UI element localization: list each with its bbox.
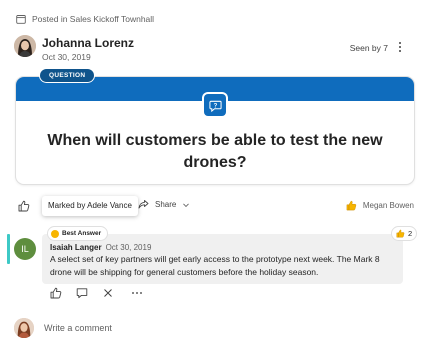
best-answer-badge: Best Answer (48, 227, 108, 240)
share-button[interactable]: Share (138, 199, 190, 210)
close-icon[interactable] (102, 287, 114, 299)
chevron-down-icon (183, 203, 190, 207)
like-icon[interactable] (50, 287, 62, 299)
answer-meta: Isaiah Langer Oct 30, 2019 (50, 243, 151, 252)
answer-reaction-count[interactable]: 2 (392, 227, 417, 240)
avatar (14, 318, 34, 338)
author-name[interactable]: Johanna Lorenz (42, 36, 134, 50)
post-header: Johanna Lorenz Oct 30, 2019 Seen by 7 (14, 35, 414, 65)
calendar-icon (16, 15, 26, 24)
question-card: ? When will customers be able to test th… (16, 77, 414, 184)
best-answer-accent (7, 234, 10, 264)
answer-actions (50, 286, 142, 300)
posted-in: Posted in Sales Kickoff Townhall (16, 14, 154, 24)
medal-icon (51, 229, 59, 238)
share-icon (138, 200, 149, 209)
best-answer-label: Best Answer (62, 230, 102, 237)
answer-date: Oct 30, 2019 (105, 243, 152, 252)
post-actions: Marked by Adele Vance Share Megan Bowen (16, 196, 414, 217)
reaction-icon (396, 229, 405, 238)
question-text: When will customers be able to test the … (47, 132, 383, 171)
more-icon[interactable] (132, 292, 142, 294)
like-icon[interactable] (18, 200, 30, 212)
question-badge: QUESTION (40, 69, 95, 82)
svg-text:?: ? (213, 103, 217, 109)
comment-icon[interactable] (76, 287, 88, 299)
seen-by[interactable]: Seen by 7 (350, 43, 388, 53)
reactor-name: Megan Bowen (362, 201, 414, 210)
answer-avatar[interactable]: IL (14, 238, 36, 260)
marked-by-tooltip: Marked by Adele Vance (42, 196, 138, 216)
comment-input[interactable] (44, 320, 404, 336)
reaction-icon (346, 200, 357, 211)
avatar[interactable] (14, 35, 36, 57)
comment-composer (14, 318, 414, 340)
post-date: Oct 30, 2019 (42, 52, 91, 62)
posted-in-label: Posted in Sales Kickoff Townhall (32, 14, 155, 24)
reaction-count: 2 (408, 229, 413, 238)
answer-author[interactable]: Isaiah Langer (50, 243, 102, 252)
share-label: Share (155, 200, 177, 209)
reaction-summary[interactable]: Megan Bowen (346, 200, 414, 211)
question-icon: ? (204, 94, 226, 116)
more-icon[interactable] (394, 39, 406, 55)
answer-text: A select set of key partners will get ea… (50, 254, 380, 277)
